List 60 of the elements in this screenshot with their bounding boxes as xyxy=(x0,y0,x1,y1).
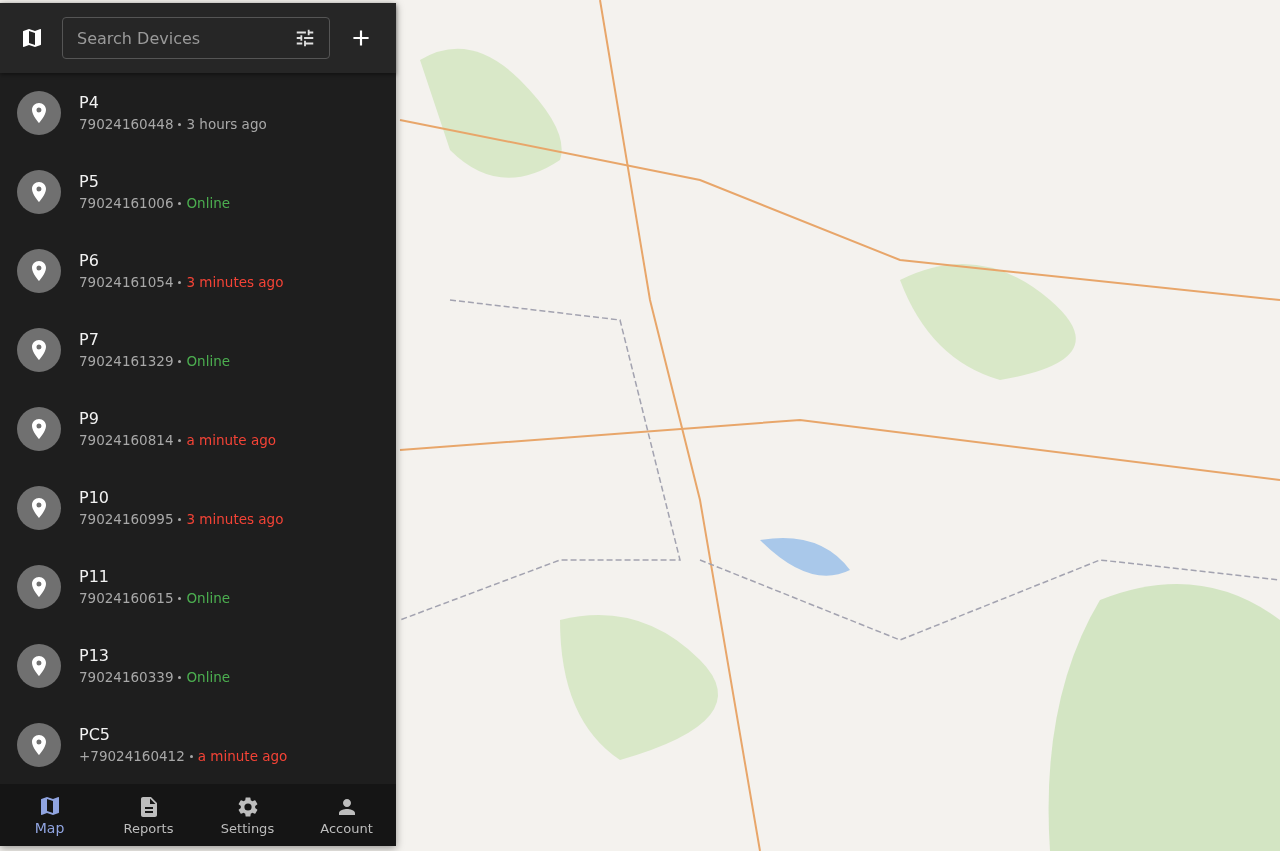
search-field[interactable]: Search Devices xyxy=(62,17,330,59)
device-identifier: 79024161006 xyxy=(79,195,174,211)
nav-tab[interactable]: Account xyxy=(297,784,396,846)
device-name: P4 xyxy=(79,93,100,112)
device-status: 3 minutes ago xyxy=(186,274,284,290)
location-pin-icon xyxy=(17,485,61,530)
device-item[interactable]: P13 79024160339 Online xyxy=(0,626,396,705)
nav-tab[interactable]: Map xyxy=(0,784,99,846)
location-pin-icon xyxy=(17,248,61,293)
separator-dot-icon xyxy=(178,201,182,205)
separator-dot-icon xyxy=(178,596,182,600)
device-status: Online xyxy=(186,353,231,369)
device-item[interactable]: P7 79024161329 Online xyxy=(0,310,396,389)
device-item[interactable]: P4 79024160448 3 hours ago xyxy=(0,73,396,152)
device-name: P5 xyxy=(79,172,100,191)
filter-icon[interactable] xyxy=(294,27,316,49)
separator-dot-icon xyxy=(178,280,182,284)
device-identifier: 79024160448 xyxy=(79,116,174,132)
device-status: a minute ago xyxy=(186,432,277,448)
device-item[interactable]: P6 79024161054 3 minutes ago xyxy=(0,231,396,310)
nav-tab[interactable]: Settings xyxy=(198,784,297,846)
device-name: P10 xyxy=(79,488,110,507)
device-name: P6 xyxy=(79,251,100,270)
device-name: P11 xyxy=(79,567,110,586)
device-status: Online xyxy=(186,590,231,606)
device-status: a minute ago xyxy=(197,748,288,764)
device-item[interactable]: PC5 +79024160412 a minute ago xyxy=(0,705,396,784)
device-status: 3 minutes ago xyxy=(186,511,284,527)
device-name: P7 xyxy=(79,330,100,349)
location-pin-icon xyxy=(17,643,61,688)
device-identifier: 79024160615 xyxy=(79,590,174,606)
device-status: 3 hours ago xyxy=(186,116,267,132)
location-pin-icon xyxy=(17,90,61,135)
device-identifier: 79024161329 xyxy=(79,353,174,369)
location-pin-icon xyxy=(17,564,61,609)
separator-dot-icon xyxy=(178,517,182,521)
device-item[interactable]: P9 79024160814 a minute ago xyxy=(0,389,396,468)
separator-dot-icon xyxy=(178,122,182,126)
device-status: Online xyxy=(186,669,231,685)
device-item[interactable]: P11 79024160615 Online xyxy=(0,547,396,626)
device-status: Online xyxy=(186,195,231,211)
device-item[interactable]: P10 79024160995 3 minutes ago xyxy=(0,468,396,547)
separator-dot-icon xyxy=(178,675,182,679)
device-name: P9 xyxy=(79,409,100,428)
location-pin-icon xyxy=(17,327,61,372)
device-identifier: 79024160339 xyxy=(79,669,174,685)
device-identifier: 79024160814 xyxy=(79,432,174,448)
location-pin-icon xyxy=(17,169,61,214)
location-pin-icon xyxy=(17,406,61,451)
device-identifier: 79024161054 xyxy=(79,274,174,290)
separator-dot-icon xyxy=(178,438,182,442)
device-item[interactable]: P5 79024161006 Online xyxy=(0,152,396,231)
location-pin-icon xyxy=(17,722,61,767)
device-name: PC5 xyxy=(79,725,111,744)
device-name: P13 xyxy=(79,646,110,665)
separator-dot-icon xyxy=(189,754,193,758)
device-identifier: 79024160995 xyxy=(79,511,174,527)
device-identifier: +79024160412 xyxy=(79,748,185,764)
separator-dot-icon xyxy=(178,359,182,363)
nav-tab[interactable]: Reports xyxy=(99,784,198,846)
